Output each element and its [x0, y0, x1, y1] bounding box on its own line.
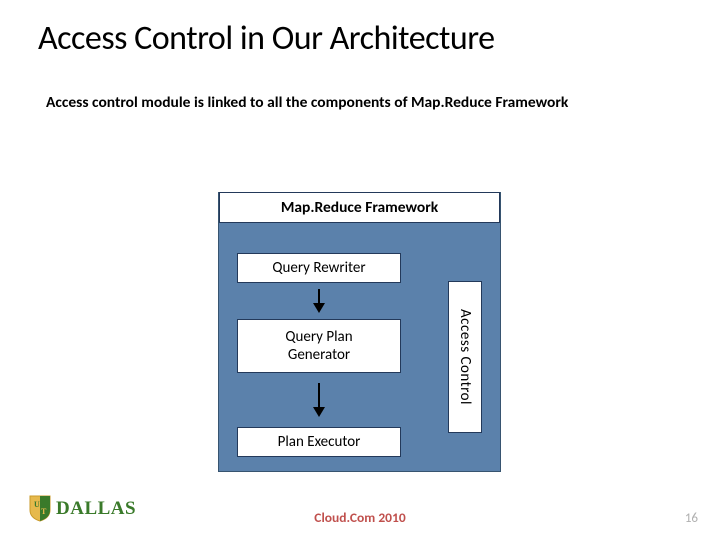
access-control-box: Access Control: [448, 281, 482, 433]
footer-event: Cloud.Com 2010: [0, 509, 720, 526]
access-control-label: Access Control: [456, 309, 474, 405]
framework-box: Map.Reduce Framework: [219, 192, 500, 223]
arrow-down-icon: [237, 289, 401, 313]
query-rewriter-box: Query Rewriter: [237, 253, 401, 283]
plan-executor-box: Plan Executor: [237, 427, 401, 457]
query-plan-generator-box: Query PlanGenerator: [237, 319, 401, 373]
architecture-diagram: Map.Reduce Framework Query Rewriter Quer…: [218, 192, 501, 472]
slide-number: 16: [685, 511, 698, 526]
slide-title: Access Control in Our Architecture: [0, 0, 720, 59]
svg-text:U: U: [34, 500, 40, 509]
pipeline-column: Query Rewriter Query PlanGenerator Plan …: [237, 253, 401, 457]
arrow-down-icon: [237, 383, 401, 417]
slide-subtitle: Access control module is linked to all t…: [0, 59, 720, 112]
